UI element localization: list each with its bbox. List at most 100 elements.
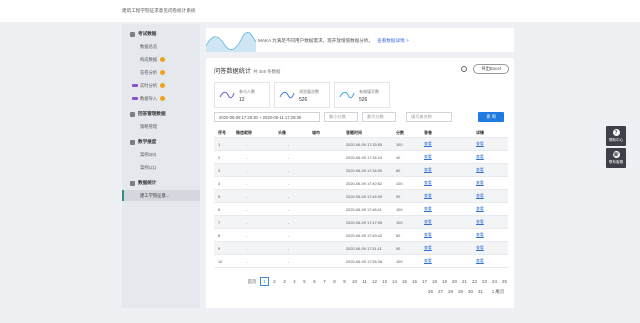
page-number[interactable]: 31: [476, 287, 485, 296]
score-cell: 100: [396, 258, 403, 264]
name-input[interactable]: 填写者名称: [406, 112, 452, 122]
answer-link[interactable]: 查看: [424, 203, 432, 215]
phone-icon: ☏: [612, 151, 620, 158]
sidebar-item-realtime[interactable]: 实时分析: [122, 80, 200, 91]
sidebar-item-import[interactable]: 数据导入: [122, 93, 200, 104]
sidebar-item-label: 数据导入: [140, 95, 158, 101]
index-cell: 1: [218, 141, 221, 147]
page-number[interactable]: 11: [360, 277, 369, 286]
page-number[interactable]: 4: [290, 277, 299, 286]
first-page-button[interactable]: 首页: [246, 277, 258, 286]
page-number[interactable]: 7: [320, 277, 329, 286]
page-number[interactable]: 12: [370, 277, 379, 286]
page-number[interactable]: 28: [446, 287, 455, 296]
time-cell: 2020-06-09 17:47:05: [346, 219, 383, 225]
answer-link[interactable]: 查看: [424, 151, 432, 163]
index-cell: 3: [218, 167, 221, 173]
page-number[interactable]: 26: [426, 287, 435, 296]
page-number[interactable]: 2: [270, 277, 279, 286]
page-number[interactable]: 13: [380, 277, 389, 286]
detail-link[interactable]: 查看: [476, 229, 484, 241]
avatar-cell: -: [288, 141, 290, 147]
sidebar-item-case2[interactable]: 案例2(0): [122, 149, 200, 160]
answer-link[interactable]: 查看: [424, 229, 432, 241]
page-number[interactable]: 23: [480, 277, 489, 286]
page-number[interactable]: 14: [390, 277, 399, 286]
last-page-button[interactable]: 1 尾页: [488, 287, 508, 296]
pagination: 首页 1 2 3 4 5 6 7 8 9 10 11 12 13 14 15 16 17 18 19 20 21 22 23 2…: [246, 277, 510, 307]
contact-service-label: 联系客服: [608, 160, 624, 164]
sidebar-item-survey[interactable]: 建工学院征意...: [122, 190, 200, 201]
page-number[interactable]: 6: [310, 277, 319, 286]
detail-link[interactable]: 查看: [476, 138, 484, 150]
detail-link[interactable]: 查看: [476, 255, 484, 267]
app-title: 建筑工程学院征求意见问卷统计系统: [122, 8, 196, 13]
index-cell: 2: [218, 154, 221, 160]
banner-link[interactable]: 查看数据详情 >: [377, 38, 409, 43]
answer-link[interactable]: 查看: [424, 242, 432, 254]
score-cell: 100: [396, 180, 403, 186]
page-number[interactable]: 1: [260, 277, 269, 286]
page-number[interactable]: 29: [456, 287, 465, 296]
export-excel-button[interactable]: 导出Excel: [473, 64, 509, 74]
sidebar-group-dimension[interactable]: 数学维度: [122, 136, 200, 148]
max-score-input[interactable]: 最大分数: [362, 112, 396, 122]
premium-icon: [160, 70, 166, 75]
banner-message: MAKA 为满足不同用户数据需求，现开放增值数据分析。: [258, 38, 374, 43]
sidebar-item-case1[interactable]: 案例1(1): [122, 162, 200, 173]
promo-banner: MAKA 为满足不同用户数据需求，现开放增值数据分析。 查看数据详情 >: [206, 28, 514, 52]
sidebar-item-strategy[interactable]: 策略管理: [122, 121, 200, 132]
page-number[interactable]: 20: [450, 277, 459, 286]
column-header: 微信昵称: [236, 129, 252, 135]
help-center-button[interactable]: ? 帮助中心: [606, 126, 626, 146]
sidebar-group-stats[interactable]: 数据统计: [122, 177, 200, 189]
page-number[interactable]: 9: [340, 277, 349, 286]
page-number[interactable]: 16: [410, 277, 419, 286]
clock-icon[interactable]: [461, 66, 467, 72]
page-number[interactable]: 10: [350, 277, 359, 286]
answer-link[interactable]: 查看: [424, 190, 432, 202]
answer-link[interactable]: 查看: [424, 164, 432, 176]
sidebar-item-label: 构成数据: [140, 56, 158, 62]
trend-icon: [219, 91, 235, 99]
detail-link[interactable]: 查看: [476, 203, 484, 215]
sidebar-item-analysis[interactable]: 答卷分析: [122, 67, 200, 78]
page-number[interactable]: 22: [470, 277, 479, 286]
date-range-picker[interactable]: 2020-06-09 17:29:30 ~ 2020-06-11 17:29:3…: [214, 112, 320, 122]
page-number[interactable]: 17: [420, 277, 429, 286]
detail-link[interactable]: 查看: [476, 190, 484, 202]
answer-link[interactable]: 查看: [424, 177, 432, 189]
sidebar-group-exam-data[interactable]: 考试数据: [122, 28, 200, 40]
sidebar-item-overview[interactable]: 数据总览: [122, 41, 200, 52]
page-number[interactable]: 30: [466, 287, 475, 296]
sidebar-item-composition[interactable]: 构成数据: [122, 54, 200, 65]
page-number[interactable]: 18: [430, 277, 439, 286]
vip-badge-icon: [132, 96, 138, 101]
page-number[interactable]: 27: [436, 287, 445, 296]
page-number[interactable]: 15: [400, 277, 409, 286]
page-number[interactable]: 3: [280, 277, 289, 286]
answer-link[interactable]: 查看: [424, 255, 432, 267]
contact-service-button[interactable]: ☏ 联系客服: [606, 148, 626, 168]
page-number[interactable]: 8: [330, 277, 339, 286]
detail-link[interactable]: 查看: [476, 216, 484, 228]
page-number[interactable]: 21: [460, 277, 469, 286]
detail-link[interactable]: 查看: [476, 177, 484, 189]
answer-link[interactable]: 查看: [424, 138, 432, 150]
page-number[interactable]: 5: [300, 277, 309, 286]
page-number[interactable]: 19: [440, 277, 449, 286]
panel-title-text: 问答数据统计: [214, 68, 252, 75]
trend-icon: [339, 91, 355, 99]
page-number[interactable]: 24: [490, 277, 499, 286]
table-row: 2 - - 2020-06-09 17:34:10 40 查看 查看: [214, 151, 508, 164]
detail-link[interactable]: 查看: [476, 151, 484, 163]
page-number[interactable]: 25: [500, 277, 509, 286]
search-button[interactable]: 查 询: [478, 112, 504, 122]
sidebar-group-answer-mgmt[interactable]: 回答管理数据: [122, 108, 200, 120]
detail-link[interactable]: 查看: [476, 242, 484, 254]
answer-link[interactable]: 查看: [424, 216, 432, 228]
nickname-cell: -: [246, 245, 248, 251]
min-score-input[interactable]: 最小分数: [324, 112, 358, 122]
detail-link[interactable]: 查看: [476, 164, 484, 176]
nickname-cell: -: [246, 154, 248, 160]
